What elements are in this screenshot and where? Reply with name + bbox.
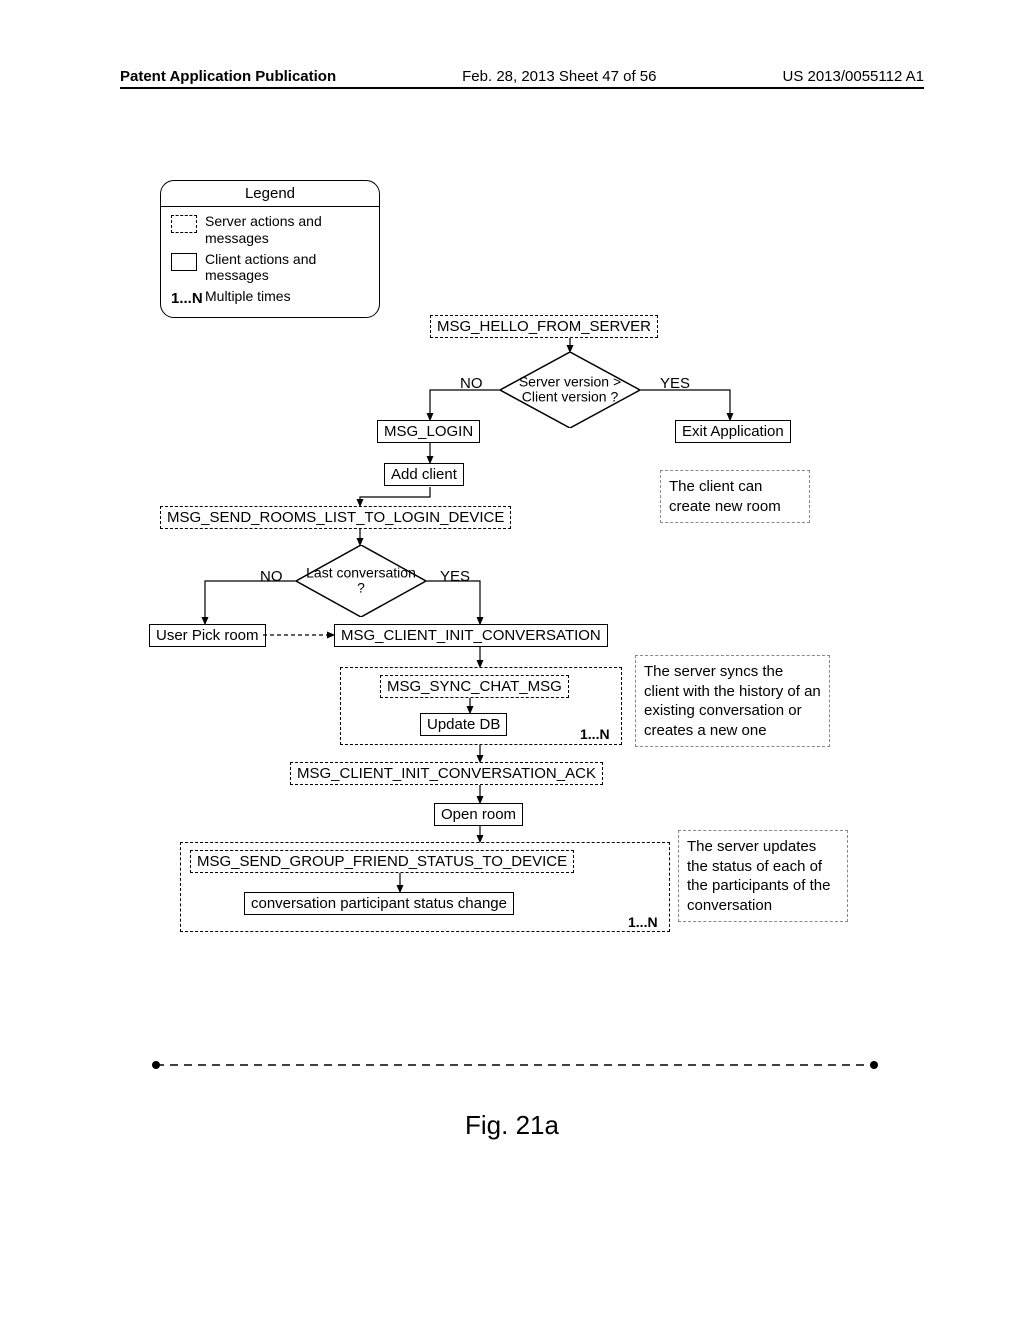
page-break-rule	[150, 1060, 880, 1070]
label-no-2: NO	[260, 568, 283, 585]
node-init-conversation-ack: MSG_CLIENT_INIT_CONVERSATION_ACK	[290, 762, 603, 785]
legend-row-server: Server actions and messages	[171, 213, 369, 247]
legend-box: Legend Server actions and messages Clien…	[160, 180, 380, 318]
decision-last-conversation: Last conversation ?	[296, 545, 426, 617]
node-group-friend-status: MSG_SEND_GROUP_FRIEND_STATUS_TO_DEVICE	[190, 850, 574, 873]
figure-caption: Fig. 21a	[0, 1110, 1024, 1141]
note-create-room: The client can create new room	[660, 470, 810, 523]
legend-row-client: Client actions and messages	[171, 251, 369, 285]
loop-1n-label-1: 1...N	[580, 726, 610, 742]
node-participant-status-change: conversation participant status change	[244, 892, 514, 915]
page-header: Patent Application Publication Feb. 28, …	[120, 68, 924, 89]
node-init-conversation: MSG_CLIENT_INIT_CONVERSATION	[334, 624, 608, 647]
legend-1n-label: 1...N	[171, 290, 197, 307]
node-sync-chat-msg: MSG_SYNC_CHAT_MSG	[380, 675, 569, 698]
header-right: US 2013/0055112 A1	[782, 68, 924, 85]
decision-last-text: Last conversation ?	[306, 566, 416, 597]
dashed-box-icon	[171, 215, 197, 233]
legend-title: Legend	[161, 181, 379, 207]
loop-1n-label-2: 1...N	[628, 914, 658, 930]
header-left: Patent Application Publication	[120, 68, 336, 85]
node-add-client: Add client	[384, 463, 464, 486]
solid-box-icon	[171, 253, 197, 271]
label-yes-1: YES	[660, 375, 690, 392]
label-yes-2: YES	[440, 568, 470, 585]
node-rooms-list: MSG_SEND_ROOMS_LIST_TO_LOGIN_DEVICE	[160, 506, 511, 529]
node-user-pick-room: User Pick room	[149, 624, 266, 647]
note-status: The server updates the status of each of…	[678, 830, 848, 922]
legend-multi-text: Multiple times	[205, 288, 291, 305]
node-update-db: Update DB	[420, 713, 507, 736]
decision-version-text: Server version > Client version ?	[510, 375, 630, 406]
node-msg-login: MSG_LOGIN	[377, 420, 480, 443]
legend-client-text: Client actions and messages	[205, 251, 369, 285]
node-hello-from-server: MSG_HELLO_FROM_SERVER	[430, 315, 658, 338]
node-exit-application: Exit Application	[675, 420, 791, 443]
legend-server-text: Server actions and messages	[205, 213, 369, 247]
note-sync: The server syncs the client with the his…	[635, 655, 830, 747]
header-mid: Feb. 28, 2013 Sheet 47 of 56	[462, 68, 656, 85]
node-open-room: Open room	[434, 803, 523, 826]
legend-row-multi: 1...N Multiple times	[171, 288, 369, 307]
label-no-1: NO	[460, 375, 483, 392]
flowchart: Legend Server actions and messages Clien…	[120, 180, 900, 1000]
decision-version: Server version > Client version ?	[500, 352, 640, 428]
